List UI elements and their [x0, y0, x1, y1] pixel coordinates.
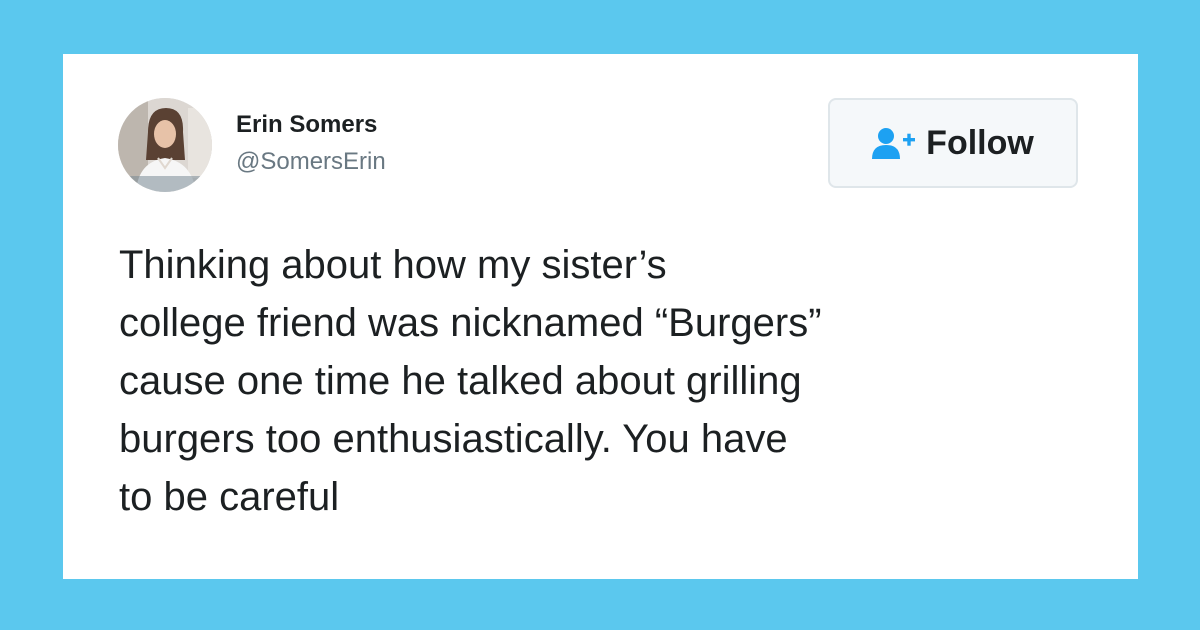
follow-button-label: Follow [926, 123, 1034, 162]
tweet-text-line: burgers too enthusiastically. You have [119, 417, 788, 461]
follow-button[interactable]: Follow [828, 98, 1078, 188]
add-user-icon [872, 128, 916, 159]
tweet-text-line: college friend was nicknamed “Burgers” [119, 301, 822, 345]
tweet-text-line: Thinking about how my sister’s [119, 243, 667, 287]
tweet-text-line: cause one time he talked about grilling [119, 359, 802, 403]
tweet-text-line: to be careful [119, 475, 340, 519]
author-handle[interactable]: @SomersErin [236, 148, 386, 176]
tweet-card: Erin Somers @SomersErin Follow Thinking … [63, 54, 1138, 579]
tweet-text: Thinking about how my sister’s college f… [119, 236, 1079, 526]
avatar[interactable] [118, 98, 212, 192]
author-name[interactable]: Erin Somers [236, 111, 377, 139]
avatar-photo-icon [118, 98, 212, 192]
